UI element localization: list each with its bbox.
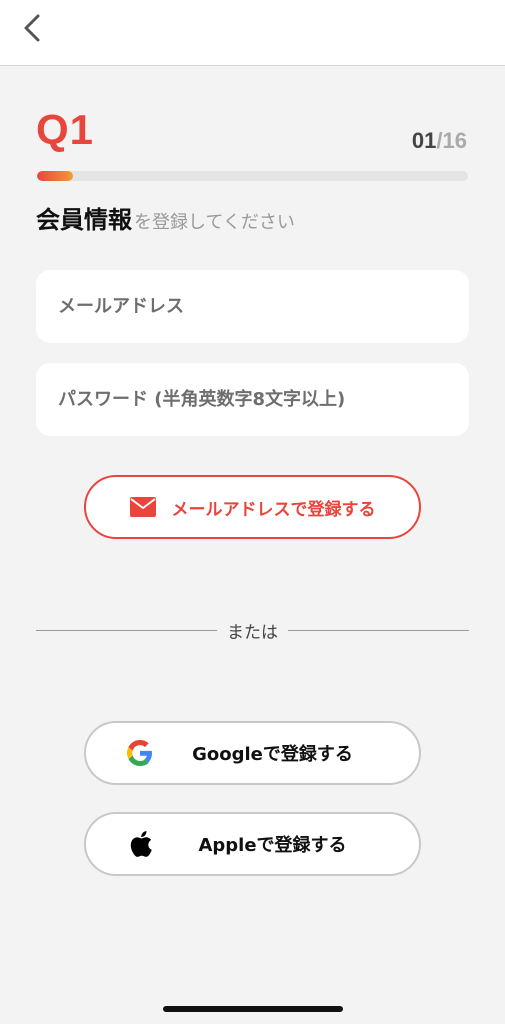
step-counter: 01/16 (412, 128, 467, 154)
email-signup-label: メールアドレスで登録する (171, 499, 376, 520)
top-nav-bar (0, 0, 505, 66)
chevron-left-icon (24, 14, 40, 42)
step-current: 01 (411, 128, 437, 153)
or-divider: または (36, 618, 469, 643)
apple-icon (126, 830, 154, 858)
question-number: Q1 (36, 106, 95, 153)
divider-line-right (288, 629, 469, 631)
apple-signup-button[interactable]: Appleで登録する (84, 812, 421, 876)
heading-sub: を登録してください (134, 212, 295, 233)
divider-line-left (36, 629, 217, 631)
progress-bar (37, 171, 468, 181)
back-button[interactable] (14, 10, 50, 46)
step-total: 16 (442, 128, 467, 153)
email-field[interactable] (36, 270, 469, 343)
progress-fill (37, 171, 74, 181)
email-signup-button[interactable]: メールアドレスで登録する (84, 475, 421, 539)
google-signup-button[interactable]: Googleで登録する (84, 721, 421, 785)
page-heading: 会員情報 を登録してください (36, 200, 295, 235)
password-field[interactable] (36, 363, 469, 436)
home-indicator (163, 1006, 343, 1012)
heading-main: 会員情報 (36, 206, 132, 234)
envelope-icon (129, 497, 156, 517)
google-icon (126, 739, 154, 767)
divider-label: または (227, 622, 278, 643)
